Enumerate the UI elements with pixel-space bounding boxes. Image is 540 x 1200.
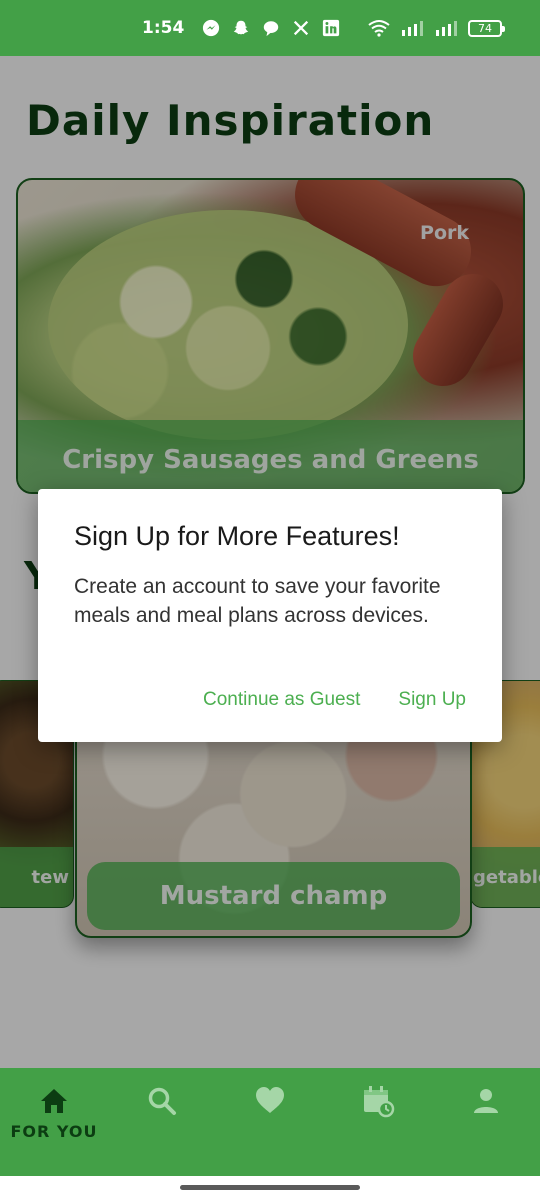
- nav-item-meal-plan[interactable]: [324, 1068, 432, 1118]
- nav-item-search[interactable]: [108, 1068, 216, 1118]
- dialog-title: Sign Up for More Features!: [74, 521, 400, 551]
- wifi-icon: [368, 20, 390, 37]
- bottom-navigation: FOR YOU: [0, 1068, 540, 1176]
- messenger-icon: [203, 19, 220, 37]
- nav-item-favorites[interactable]: [216, 1068, 324, 1118]
- battery-indicator: 74: [468, 19, 505, 37]
- dialog-actions: Continue as Guest Sign Up: [203, 689, 466, 711]
- dialog-body: Create an account to save your favorite …: [74, 575, 441, 627]
- home-gesture-bar[interactable]: [180, 1185, 360, 1190]
- signal-icon: [402, 21, 423, 36]
- status-left: 1:54: [142, 18, 340, 38]
- chat-bubble-icon: [264, 21, 279, 37]
- continue-as-guest-button[interactable]: Continue as Guest: [203, 689, 360, 711]
- heart-icon: [256, 1087, 284, 1113]
- status-right: 74: [368, 19, 505, 37]
- x-icon: [294, 20, 309, 36]
- nav-item-profile[interactable]: [432, 1068, 540, 1118]
- status-time: 1:54: [142, 18, 185, 38]
- signal-icon-2: [436, 21, 457, 36]
- home-icon: [41, 1089, 67, 1113]
- person-icon: [474, 1089, 498, 1113]
- status-bar: 1:54 74: [0, 0, 540, 56]
- calendar-clock-icon: [364, 1086, 395, 1118]
- snapchat-icon: [234, 20, 249, 35]
- linkedin-icon: [323, 19, 340, 37]
- sign-up-button[interactable]: Sign Up: [398, 689, 466, 711]
- nav-label-for-you: FOR YOU: [10, 1122, 98, 1141]
- signup-dialog: Sign Up for More Features! Create an acc…: [38, 489, 502, 742]
- nav-item-for-you[interactable]: FOR YOU: [0, 1068, 108, 1141]
- search-icon: [148, 1087, 176, 1115]
